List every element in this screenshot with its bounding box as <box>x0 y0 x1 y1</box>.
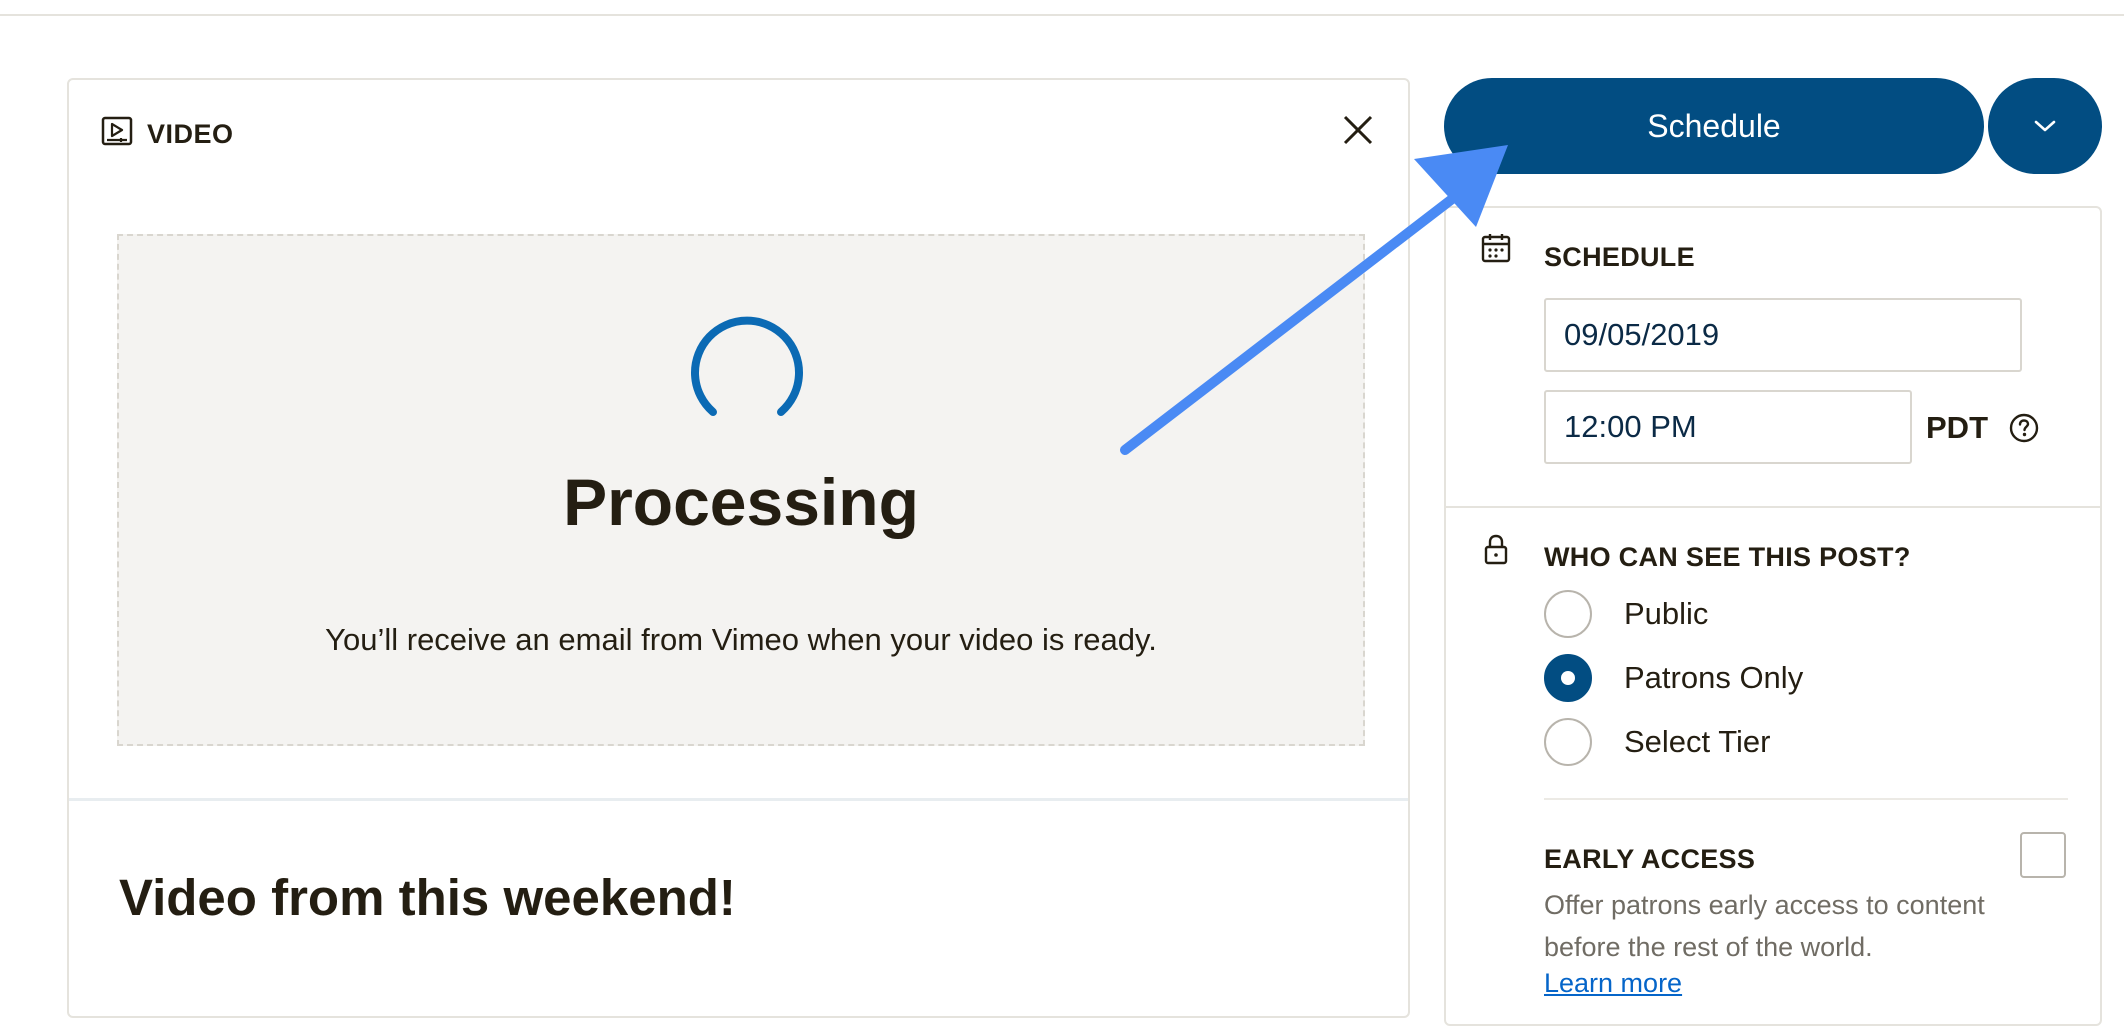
calendar-icon <box>1480 232 1512 269</box>
visibility-option-label: Select Tier <box>1624 724 1771 759</box>
spinner-icon <box>687 316 807 431</box>
panel-divider <box>1446 506 2100 508</box>
schedule-button[interactable]: Schedule <box>1444 78 1984 174</box>
close-video-button[interactable] <box>1338 110 1378 150</box>
close-icon <box>1343 115 1373 145</box>
help-icon[interactable] <box>2008 412 2040 449</box>
early-access-divider <box>1544 798 2068 800</box>
post-settings-panel: SCHEDULE 09/05/2019 12:00 PM PDT WHO CAN… <box>1444 206 2102 1026</box>
schedule-date-value: 09/05/2019 <box>1564 317 1720 352</box>
timezone-label: PDT <box>1926 410 1988 445</box>
radio-public[interactable] <box>1544 590 1592 638</box>
visibility-option-select-tier[interactable]: Select Tier <box>1544 718 1770 766</box>
radio-select-tier[interactable] <box>1544 718 1592 766</box>
processing-title: Processing <box>563 465 919 539</box>
video-processing-area: Processing You’ll receive an email from … <box>117 234 1365 746</box>
top-divider <box>0 14 2124 16</box>
schedule-date-input[interactable]: 09/05/2019 <box>1544 298 2022 372</box>
video-header: VIDEO <box>101 116 234 153</box>
lock-icon <box>1480 532 1512 571</box>
processing-message: You’ll receive an email from Vimeo when … <box>325 622 1157 657</box>
visibility-section-label: WHO CAN SEE THIS POST? <box>1544 542 1911 572</box>
post-title[interactable]: Video from this weekend! <box>119 868 736 927</box>
schedule-options-button[interactable] <box>1988 78 2102 174</box>
schedule-section-label: SCHEDULE <box>1544 242 1695 272</box>
video-block-title: VIDEO <box>147 119 234 149</box>
visibility-option-label: Patrons Only <box>1624 660 1804 695</box>
visibility-option-public[interactable]: Public <box>1544 590 1708 638</box>
early-access-checkbox[interactable] <box>2020 832 2066 878</box>
early-access-description: Offer patrons early access to content be… <box>1544 890 1985 962</box>
radio-patrons-only[interactable] <box>1544 654 1592 702</box>
video-icon <box>101 116 133 153</box>
schedule-time-input[interactable]: 12:00 PM <box>1544 390 1912 464</box>
chevron-down-icon <box>2034 120 2056 132</box>
schedule-time-value: 12:00 PM <box>1564 409 1697 444</box>
schedule-button-label: Schedule <box>1647 107 1781 144</box>
card-divider <box>69 798 1408 801</box>
visibility-option-patrons-only[interactable]: Patrons Only <box>1544 654 1803 702</box>
video-block: VIDEO Processing You’ll receive an email… <box>67 78 1410 1018</box>
learn-more-link[interactable]: Learn more <box>1544 968 1682 999</box>
early-access-label: EARLY ACCESS <box>1544 844 1756 874</box>
visibility-option-label: Public <box>1624 596 1709 631</box>
